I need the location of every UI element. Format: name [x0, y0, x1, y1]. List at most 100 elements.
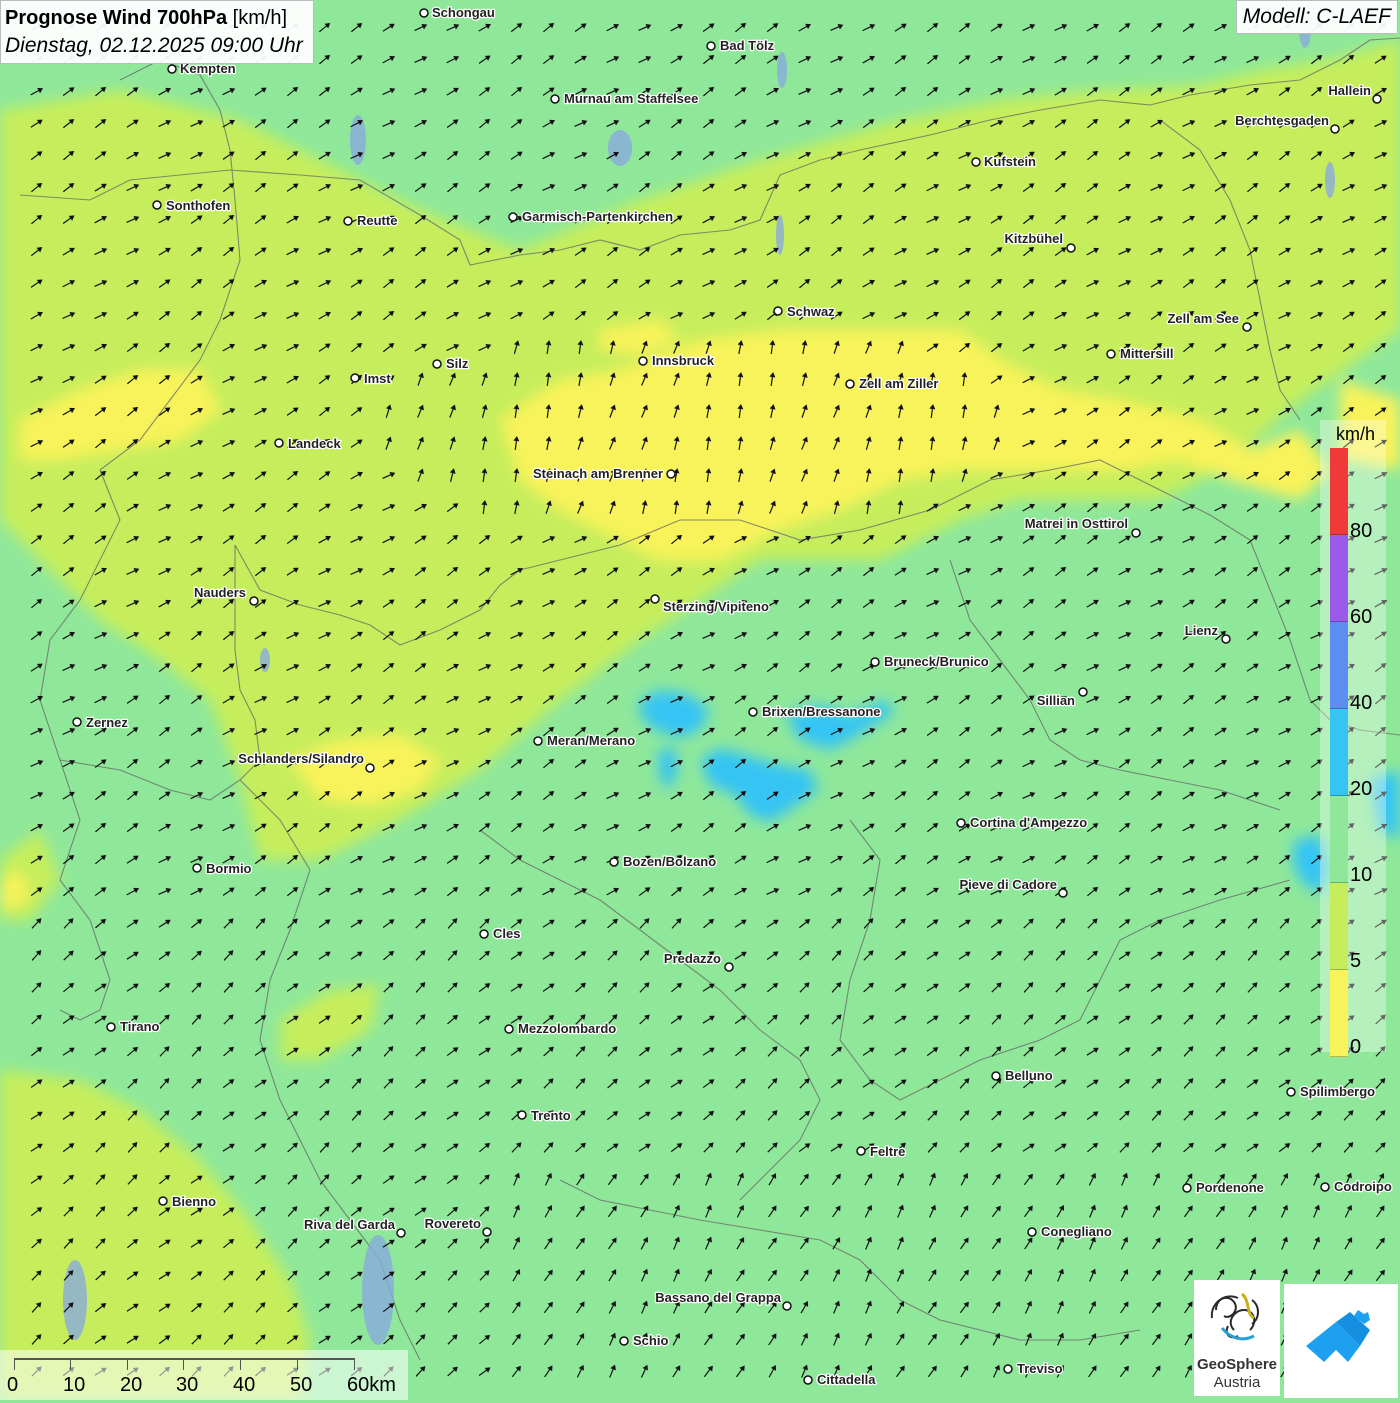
scale-tick: [70, 1358, 71, 1370]
scale-tick: [354, 1358, 355, 1370]
city-dot-icon: [773, 306, 783, 316]
city-label: Conegliano: [1041, 1224, 1112, 1239]
city-dot-icon: [1027, 1227, 1037, 1237]
mountain-app-icon: [1306, 1310, 1370, 1362]
city-label: Belluno: [1005, 1068, 1053, 1083]
city-dot-icon: [971, 157, 981, 167]
city-label: Mezzolombardo: [518, 1021, 616, 1036]
city-dot-icon: [1058, 888, 1068, 898]
city-label: Brixen/Bressanone: [762, 704, 881, 719]
lake-6: [63, 1260, 87, 1340]
city-dot-icon: [803, 1375, 813, 1385]
city-marker: Pordenone: [1182, 1179, 1265, 1196]
city-marker: Brixen/Bressanone: [748, 703, 882, 720]
city-label: Bienno: [172, 1194, 216, 1209]
city-label: Predazzo: [664, 951, 721, 966]
city-marker: Spilimbergo: [1286, 1083, 1376, 1100]
legend-label: 5: [1350, 950, 1362, 972]
city-dot-icon: [482, 1227, 492, 1237]
city-marker: Garmisch-Partenkirchen: [508, 208, 674, 225]
scale-tick: [240, 1358, 241, 1370]
city-dot-icon: [1182, 1183, 1192, 1193]
city-dot-icon: [1286, 1087, 1296, 1097]
city-label: Silz: [446, 356, 469, 371]
map-subtitle: Dienstag, 02.12.2025 09:00 Uhr: [5, 34, 303, 57]
city-label: Schlanders/Silandro: [238, 751, 364, 766]
map-title-main: Prognose Wind 700hPa: [5, 7, 228, 29]
city-dot-icon: [249, 596, 259, 606]
lake-5: [362, 1235, 394, 1345]
city-label: Cortina d'Ampezzo: [970, 815, 1087, 830]
city-dot-icon: [1106, 349, 1116, 359]
city-dot-icon: [106, 1022, 116, 1032]
city-label: Pordenone: [1196, 1180, 1264, 1195]
city-label: Landeck: [288, 436, 342, 451]
city-marker: Cortina d'Ampezzo: [956, 814, 1089, 831]
legend-swatch: [1330, 535, 1348, 622]
city-label: Nauders: [194, 585, 246, 600]
city-label: Sterzing/Vipiteno: [663, 599, 769, 614]
city-label: Zernez: [86, 715, 128, 730]
city-dot-icon: [956, 818, 966, 828]
city-label: Zell am Ziller: [859, 376, 938, 391]
city-marker: Zell am Ziller: [845, 375, 940, 392]
city-dot-icon: [706, 41, 716, 51]
city-label: Schongau: [432, 5, 495, 20]
model-label: Modell: C-LAEF: [1235, 0, 1398, 34]
city-dot-icon: [1372, 94, 1382, 104]
legend-bar: [1330, 448, 1348, 1057]
city-dot-icon: [479, 929, 489, 939]
geosphere-emblem-icon: [1210, 1292, 1259, 1341]
city-dot-icon: [724, 962, 734, 972]
city-label: Bozen/Bolzano: [623, 854, 716, 869]
city-marker: Murnau am Staffelsee: [550, 90, 700, 107]
legend-swatch: [1330, 622, 1348, 709]
legend-label: 80: [1350, 520, 1373, 542]
scale-tick: [127, 1358, 128, 1370]
city-dot-icon: [609, 857, 619, 867]
city-label: Murnau am Staffelsee: [564, 91, 698, 106]
scale-tick: [14, 1358, 15, 1370]
city-dot-icon: [1003, 1364, 1013, 1374]
scale-label: 0: [7, 1374, 19, 1396]
legend-swatch: [1330, 883, 1348, 970]
lake-3: [777, 52, 787, 88]
city-label: Garmisch-Partenkirchen: [522, 209, 673, 224]
city-label: Riva del Garda: [304, 1217, 396, 1232]
city-dot-icon: [619, 1336, 629, 1346]
city-label: Mittersill: [1120, 346, 1173, 361]
city-dot-icon: [158, 1196, 168, 1206]
geosphere-logo: GeoSphere Austria: [1194, 1280, 1280, 1396]
city-dot-icon: [192, 863, 202, 873]
city-label: Sonthofen: [166, 198, 230, 213]
city-dot-icon: [650, 594, 660, 604]
scale-label: 30: [176, 1374, 199, 1396]
city-dot-icon: [533, 736, 543, 746]
city-label: Bad Tölz: [720, 38, 775, 53]
city-dot-icon: [419, 8, 429, 18]
city-dot-icon: [991, 1071, 1001, 1081]
city-dot-icon: [638, 356, 648, 366]
legend-unit: km/h: [1336, 424, 1376, 444]
city-label: Hallein: [1328, 83, 1371, 98]
city-dot-icon: [550, 94, 560, 104]
city-label: Steinach am Brenner: [533, 466, 663, 481]
city-dot-icon: [350, 373, 360, 383]
city-label: Bassano del Grappa: [655, 1290, 781, 1305]
scale-line: [14, 1358, 354, 1360]
scale-tick: [183, 1358, 184, 1370]
city-label: Trento: [531, 1108, 571, 1123]
legend: km/h 80 60 40 20 10 5 0: [1320, 420, 1386, 1058]
city-dot-icon: [504, 1024, 514, 1034]
scale-label: 60km: [347, 1374, 396, 1396]
city-dot-icon: [870, 657, 880, 667]
city-marker: Schongau: [419, 4, 496, 21]
legend-label: 60: [1350, 606, 1373, 628]
city-label: Kufstein: [984, 154, 1036, 169]
city-dot-icon: [396, 1228, 406, 1238]
geosphere-logo-line1: GeoSphere: [1196, 1356, 1278, 1373]
city-label: Sillian: [1037, 693, 1075, 708]
city-marker: Conegliano: [1027, 1223, 1113, 1240]
legend-swatch: [1330, 970, 1348, 1057]
scale-label: 50: [290, 1374, 313, 1396]
